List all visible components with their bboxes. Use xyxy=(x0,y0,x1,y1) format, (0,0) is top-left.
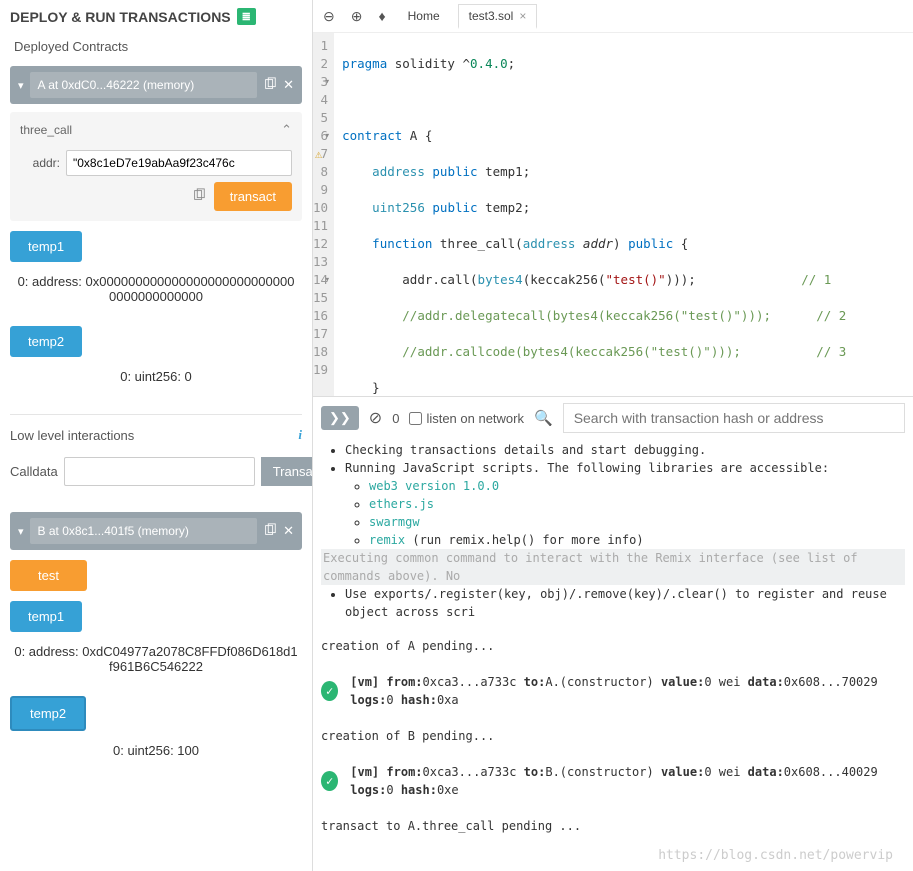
addr-input[interactable] xyxy=(66,150,292,176)
pending-line: creation of B pending... xyxy=(321,727,905,745)
console-line: Use exports/.register(key, obj)/.remove(… xyxy=(345,585,905,621)
pending-line: creation of A pending... xyxy=(321,637,905,655)
calldata-label: Calldata xyxy=(10,464,58,479)
listen-checkbox[interactable]: listen on network xyxy=(409,411,524,426)
chevron-down-icon[interactable]: ▾ xyxy=(18,525,24,538)
zoom-in-icon[interactable]: ⊕ xyxy=(347,6,367,27)
success-icon: ✓ xyxy=(321,681,338,701)
temp1-button[interactable]: temp1 xyxy=(10,231,82,262)
home-tab[interactable]: Home xyxy=(398,5,450,27)
search-icon[interactable]: 🔍 xyxy=(534,409,553,427)
contract-a-body: three_call ⌃ addr: transact xyxy=(10,112,302,221)
copy-icon[interactable] xyxy=(263,523,277,540)
console-toolbar: ❯❯ ⊘ 0 listen on network 🔍 xyxy=(313,396,913,439)
console-output: Checking transactions details and start … xyxy=(313,439,913,871)
close-icon[interactable]: ✕ xyxy=(283,77,294,93)
close-icon[interactable]: ✕ xyxy=(283,523,294,539)
log-entry[interactable]: ✓ [vm] from:0xca3...a733c to:B.(construc… xyxy=(321,763,905,799)
temp2-output: 0: uint256: 0 xyxy=(10,357,302,396)
contract-a-header[interactable]: ▾ A at 0xdC0...46222 (memory) ✕ xyxy=(10,66,302,104)
file-tab[interactable]: test3.sol× xyxy=(458,4,538,29)
watermark: https://blog.csdn.net/powervip xyxy=(658,847,893,865)
temp2-button-b[interactable]: temp2 xyxy=(10,696,86,731)
contract-b-header[interactable]: ▾ B at 0x8c1...401f5 (memory) ✕ xyxy=(10,512,302,550)
function-name: three_call xyxy=(20,123,72,137)
link[interactable]: swarmgw xyxy=(369,515,420,529)
console-dim: Executing common command to interact wit… xyxy=(321,549,905,585)
search-input[interactable] xyxy=(563,403,905,433)
temp2-output-b: 0: uint256: 100 xyxy=(10,731,302,770)
code-editor[interactable]: 123▾456▾⚠7891011121314▾1516171819 pragma… xyxy=(313,33,913,396)
temp2-button[interactable]: temp2 xyxy=(10,326,82,357)
temp1-output: 0: address: 0x00000000000000000000000000… xyxy=(10,262,302,316)
copy-icon[interactable] xyxy=(263,77,277,94)
success-icon: ✓ xyxy=(321,771,338,791)
deploy-panel: DEPLOY & RUN TRANSACTIONS ≣ Deployed Con… xyxy=(0,0,313,871)
lowlevel-section: Low level interactions i Calldata Transa… xyxy=(10,414,302,486)
transact-button[interactable]: transact xyxy=(214,182,292,211)
zoom-out-icon[interactable]: ⊖ xyxy=(319,6,339,27)
eth-icon[interactable]: ♦ xyxy=(374,6,389,26)
temp1-button-b[interactable]: temp1 xyxy=(10,601,82,632)
chevron-down-icon[interactable]: ▾ xyxy=(18,79,24,92)
editor-top-bar: ⊖ ⊕ ♦ Home test3.sol× xyxy=(313,0,913,33)
pending-count: 0 xyxy=(392,411,399,426)
link[interactable]: ethers.js xyxy=(369,497,434,511)
console-line: Running JavaScript scripts. The followin… xyxy=(345,459,905,549)
gutter: 123▾456▾⚠7891011121314▾1516171819 xyxy=(313,33,334,396)
clear-icon[interactable]: ⊘ xyxy=(369,408,382,428)
calldata-input[interactable] xyxy=(64,457,255,486)
chevron-up-icon[interactable]: ⌃ xyxy=(281,122,292,138)
contract-a-name: A at 0xdC0...46222 (memory) xyxy=(30,72,258,98)
code-content[interactable]: pragma solidity ^0.4.0; contract A { add… xyxy=(334,33,913,396)
link[interactable]: web3 version 1.0.0 xyxy=(369,479,499,493)
close-tab-icon[interactable]: × xyxy=(519,9,526,23)
docs-badge[interactable]: ≣ xyxy=(237,8,256,25)
link[interactable]: remix xyxy=(369,533,405,547)
console-toggle-icon[interactable]: ❯❯ xyxy=(321,406,359,430)
console-line: Checking transactions details and start … xyxy=(345,441,905,459)
arg-label: addr: xyxy=(20,156,60,170)
test-button[interactable]: test xyxy=(10,560,87,591)
lowlevel-transact-button[interactable]: Transact xyxy=(261,457,313,486)
contract-b-name: B at 0x8c1...401f5 (memory) xyxy=(30,518,258,544)
info-icon[interactable]: i xyxy=(298,427,302,443)
pending-line: transact to A.three_call pending ... xyxy=(321,817,905,835)
log-entry[interactable]: ✓ [vm] from:0xca3...a733c to:A.(construc… xyxy=(321,673,905,709)
temp1-output-b: 0: address: 0xdC04977a2078C8FFDf086D618d… xyxy=(10,632,302,686)
deployed-contracts-label: Deployed Contracts xyxy=(10,33,302,60)
lowlevel-title: Low level interactions xyxy=(10,428,134,443)
copy-icon[interactable] xyxy=(192,188,206,205)
main-area: ⊖ ⊕ ♦ Home test3.sol× 123▾456▾⚠789101112… xyxy=(313,0,913,871)
panel-title: DEPLOY & RUN TRANSACTIONS ≣ xyxy=(10,0,302,33)
